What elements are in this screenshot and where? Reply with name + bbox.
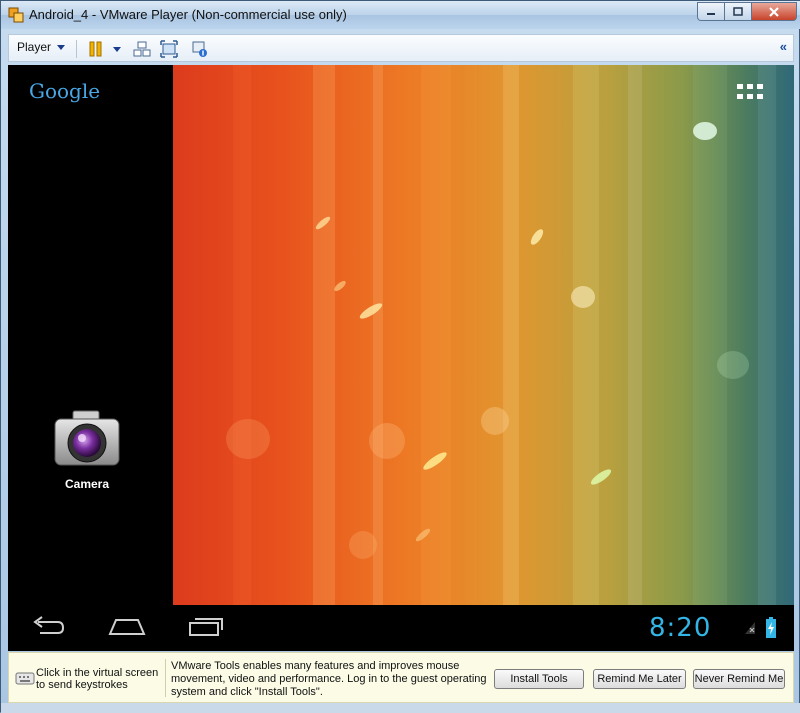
fullscreen-icon[interactable] — [160, 40, 178, 58]
wallpaper[interactable] — [173, 65, 794, 605]
virtual-screen[interactable]: Google Camera 8:20 — [8, 65, 794, 651]
google-search-brand[interactable]: Google — [29, 79, 100, 103]
collapse-toolbar-button[interactable]: « — [780, 39, 787, 54]
pause-icon[interactable] — [87, 40, 105, 58]
keyboard-hint-icon — [15, 672, 35, 685]
remind-me-later-button[interactable]: Remind Me Later — [593, 669, 686, 689]
camera-shortcut-label[interactable]: Camera — [49, 477, 125, 491]
never-remind-me-button[interactable]: Never Remind Me — [693, 669, 785, 689]
chevron-down-icon — [57, 44, 66, 50]
close-button[interactable] — [751, 2, 797, 21]
close-icon — [769, 6, 779, 17]
pause-menu-chevron-icon[interactable] — [113, 47, 121, 52]
status-clock: 8:20 — [649, 613, 712, 643]
minimize-icon — [707, 12, 715, 15]
window-title: Android_4 - VMware Player (Non-commercia… — [29, 7, 347, 22]
wallpaper-stripes — [226, 65, 776, 605]
maximize-button[interactable] — [724, 2, 751, 21]
recents-icon[interactable] — [188, 615, 224, 639]
all-apps-grid-icon[interactable] — [737, 84, 764, 100]
unity-icon[interactable] — [191, 40, 209, 58]
send-ctrl-alt-del-icon[interactable] — [133, 40, 151, 58]
player-menu-label: Player — [17, 40, 52, 54]
vmware-tools-message: VMware Tools enables many features and i… — [171, 660, 487, 698]
no-signal-icon — [745, 622, 755, 634]
android-home-left-panel: Google Camera — [8, 65, 173, 605]
vmware-player-window: Android_4 - VMware Player (Non-commercia… — [0, 0, 800, 713]
minimize-button[interactable] — [697, 2, 724, 21]
battery-charging-icon — [766, 617, 776, 638]
player-menu[interactable]: Player — [17, 40, 66, 54]
camera-icon[interactable] — [53, 409, 121, 471]
toolbar-divider — [76, 40, 77, 58]
info-divider — [165, 659, 166, 697]
home-icon[interactable] — [108, 615, 146, 639]
vmware-tools-info-bar: Click in the virtual screen to send keys… — [8, 652, 794, 703]
maximize-icon — [733, 6, 743, 16]
vmware-icon — [8, 7, 24, 23]
title-bar[interactable]: Android_4 - VMware Player (Non-commercia… — [1, 1, 800, 29]
install-tools-button[interactable]: Install Tools — [494, 669, 584, 689]
back-icon[interactable] — [30, 615, 66, 639]
toolbar: Player « — [8, 34, 794, 62]
keystroke-hint: Click in the virtual screen to send keys… — [36, 667, 159, 691]
